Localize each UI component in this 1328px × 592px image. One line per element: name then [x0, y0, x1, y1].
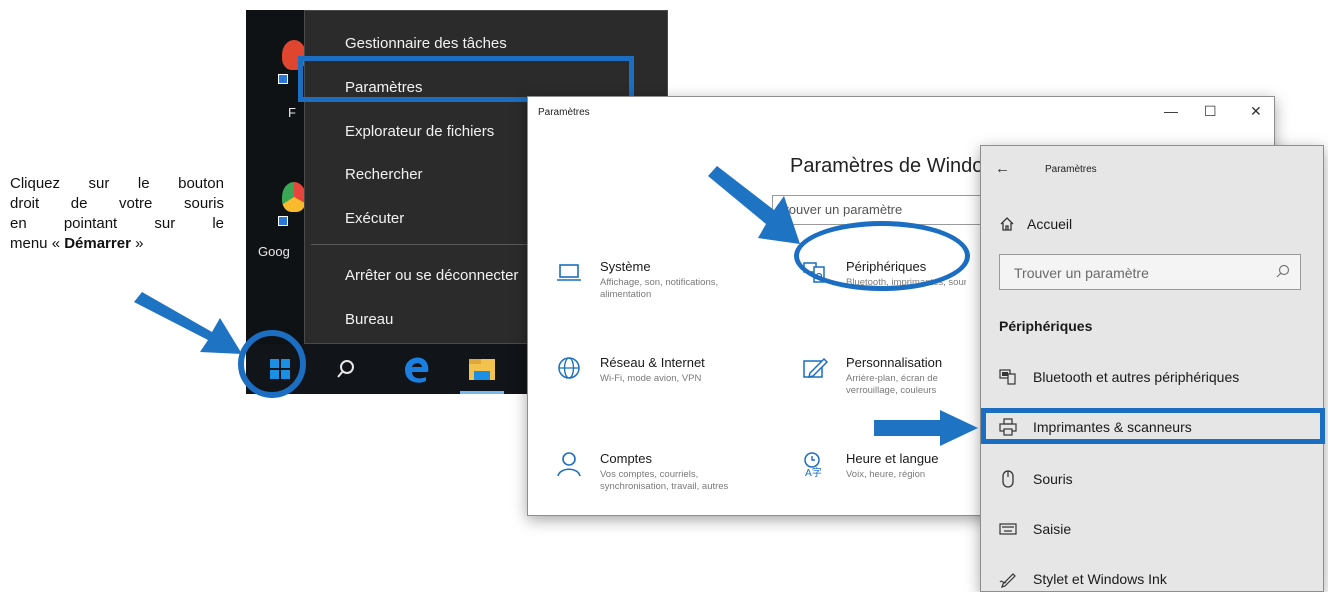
chrome-logo-icon [282, 182, 306, 212]
printers-highlight-box [981, 408, 1325, 444]
category-title: Heure et langue [846, 451, 939, 466]
keyboard-icon [999, 520, 1017, 538]
instruction-line-2: droit de votre souris [10, 195, 224, 212]
instruction-line-3: en pointant sur le [10, 215, 224, 232]
time-language-icon: A字 [804, 452, 822, 477]
category-description: Arrière-plan, écran de verrouillage, cou… [846, 373, 938, 396]
menu-item-run[interactable]: Exécuter [345, 210, 404, 227]
window-title: Paramètres [538, 107, 590, 118]
file-explorer-button[interactable] [462, 344, 502, 394]
mouse-icon [999, 470, 1017, 488]
shortcut-arrow-icon [278, 216, 288, 226]
back-button[interactable]: ← [995, 160, 1010, 177]
instruction-line-4: menu « Démarrer » [10, 234, 224, 254]
svg-text:A字: A字 [805, 466, 822, 477]
instruction-prefix: menu « [10, 235, 65, 252]
nav-item-label: Souris [1033, 471, 1073, 487]
nav-item-mouse[interactable]: Souris [999, 470, 1073, 488]
arrow-to-start-icon [134, 292, 242, 354]
category-title: Comptes [600, 451, 653, 466]
devices-highlight-circle [794, 221, 970, 291]
pen-icon [803, 357, 828, 379]
bluetooth-device-icon [999, 368, 1017, 386]
menu-item-task-manager[interactable]: Gestionnaire des tâches [345, 35, 507, 52]
desktop-app-label-2: Goog [258, 244, 290, 259]
nav-item-label: Bluetooth et autres périphériques [1033, 369, 1240, 385]
search-icon [1276, 264, 1290, 278]
minimize-button[interactable]: — [1164, 103, 1178, 119]
search-placeholder: Trouver un paramètre [1014, 265, 1149, 281]
edge-button[interactable] [396, 344, 436, 394]
category-description: Wi-Fi, mode avion, VPN [600, 373, 702, 384]
person-icon [557, 452, 581, 477]
folder-icon [469, 359, 495, 380]
devices-settings-panel: ← Paramètres Accueil Trouver un paramètr… [980, 145, 1325, 592]
search-button[interactable] [328, 344, 364, 394]
pen-ink-icon [999, 570, 1017, 588]
category-title: Système [600, 259, 651, 274]
arrow-to-printers-icon [874, 410, 978, 446]
globe-icon [558, 357, 580, 379]
nav-item-typing[interactable]: Saisie [999, 520, 1071, 538]
panel-search-input[interactable]: Trouver un paramètre [999, 254, 1301, 290]
edge-icon [405, 357, 429, 383]
panel-title: Paramètres [1045, 164, 1097, 175]
category-title: Réseau & Internet [600, 355, 705, 370]
category-description: Affichage, son, notifications, alimentat… [600, 277, 719, 300]
start-button-highlight-circle [238, 330, 306, 398]
instruction-start-word: Démarrer [64, 235, 131, 252]
desktop-app-label-1: F [288, 105, 296, 120]
laptop-icon [557, 264, 581, 281]
home-icon [1000, 217, 1014, 231]
arrow-to-devices-icon [708, 166, 800, 244]
nav-item-label: Saisie [1033, 521, 1072, 537]
home-label: Accueil [1027, 216, 1073, 232]
instruction-line-1: Cliquez sur le bouton [10, 175, 224, 192]
home-link[interactable]: Accueil [999, 216, 1072, 232]
section-heading: Périphériques [999, 318, 1093, 334]
menu-item-desktop[interactable]: Bureau [345, 311, 393, 328]
taskbar-active-indicator [460, 391, 504, 394]
category-description: Vos comptes, courriels, synchronisation,… [600, 469, 729, 492]
instruction-suffix: » [130, 235, 144, 252]
menu-item-search[interactable]: Rechercher [345, 166, 423, 183]
shortcut-arrow-icon [278, 74, 288, 84]
close-button[interactable]: ✕ [1250, 103, 1262, 120]
maximize-button[interactable]: ☐ [1204, 103, 1217, 120]
nav-item-label: Stylet et Windows Ink [1033, 571, 1167, 587]
menu-item-shutdown[interactable]: Arrêter ou se déconnecter [345, 267, 518, 284]
instruction-text: Cliquez sur le bouton droit de votre sou… [10, 174, 224, 254]
category-title: Personnalisation [846, 355, 943, 370]
nav-item-pen-ink[interactable]: Stylet et Windows Ink [999, 570, 1167, 588]
search-icon [337, 360, 354, 378]
settings-home-heading: Paramètres de Windows [790, 155, 1008, 177]
menu-item-file-explorer[interactable]: Explorateur de fichiers [345, 123, 494, 140]
nav-item-bluetooth[interactable]: Bluetooth et autres périphériques [999, 368, 1239, 386]
category-description: Voix, heure, région [846, 469, 926, 480]
